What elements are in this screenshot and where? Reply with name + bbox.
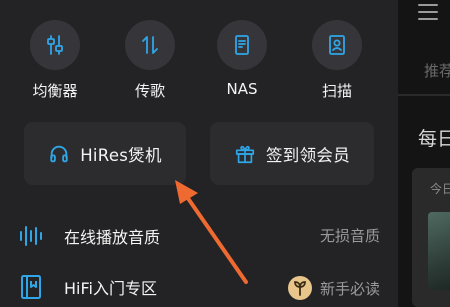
nas-label: NAS: [226, 80, 258, 98]
hires-burn-in-card[interactable]: HiRes煲机: [24, 122, 186, 185]
side-drawer: 均衡器 传歌 NAS 扫描 HiRes煲机 签到领会员 在线播放音质 无损音质 …: [0, 0, 398, 307]
quick-actions-row: 均衡器 传歌 NAS 扫描: [0, 0, 398, 110]
equalizer-label: 均衡器: [32, 82, 78, 100]
scan-button[interactable]: 扫描: [292, 0, 382, 110]
daily-title: 每日: [418, 128, 450, 150]
transfer-icon: [125, 20, 175, 70]
hifi-intro-row[interactable]: HiFi入门专区 新手必读: [0, 266, 398, 306]
transfer-label: 传歌: [134, 82, 165, 100]
equalizer-button[interactable]: 均衡器: [10, 0, 100, 110]
book-icon: [21, 275, 41, 299]
hifi-intro-label: HiFi入门专区: [64, 279, 157, 298]
hifi-intro-value: 新手必读: [319, 279, 380, 298]
playback-quality-value: 无损音质: [319, 227, 380, 245]
side-divider: [398, 94, 450, 96]
signin-card-label: 签到领会员: [266, 145, 350, 165]
album-art-image: [428, 212, 450, 290]
background-main-panel: 推荐 每日 今日: [398, 0, 450, 307]
hifi-intro-value-group: 新手必读: [287, 276, 380, 300]
recommend-tab[interactable]: 推荐: [424, 60, 450, 81]
sprout-icon: [287, 276, 312, 300]
equalizer-icon: [30, 20, 80, 70]
transfer-songs-button[interactable]: 传歌: [105, 0, 195, 110]
menu-icon[interactable]: [418, 4, 438, 20]
hires-card-label: HiRes煲机: [80, 145, 162, 165]
playback-quality-row[interactable]: 在线播放音质 无损音质: [0, 215, 398, 255]
nas-button[interactable]: NAS: [197, 0, 287, 110]
nas-icon: [217, 20, 267, 70]
playback-quality-label: 在线播放音质: [64, 228, 161, 247]
headphones-icon: [50, 145, 68, 162]
waveform-icon: [20, 226, 42, 246]
daily-card-text: 今日: [430, 182, 450, 196]
scan-label: 扫描: [321, 82, 352, 100]
scan-icon: [312, 20, 362, 70]
gift-icon: [235, 145, 255, 163]
signin-membership-card[interactable]: 签到领会员: [210, 122, 374, 185]
